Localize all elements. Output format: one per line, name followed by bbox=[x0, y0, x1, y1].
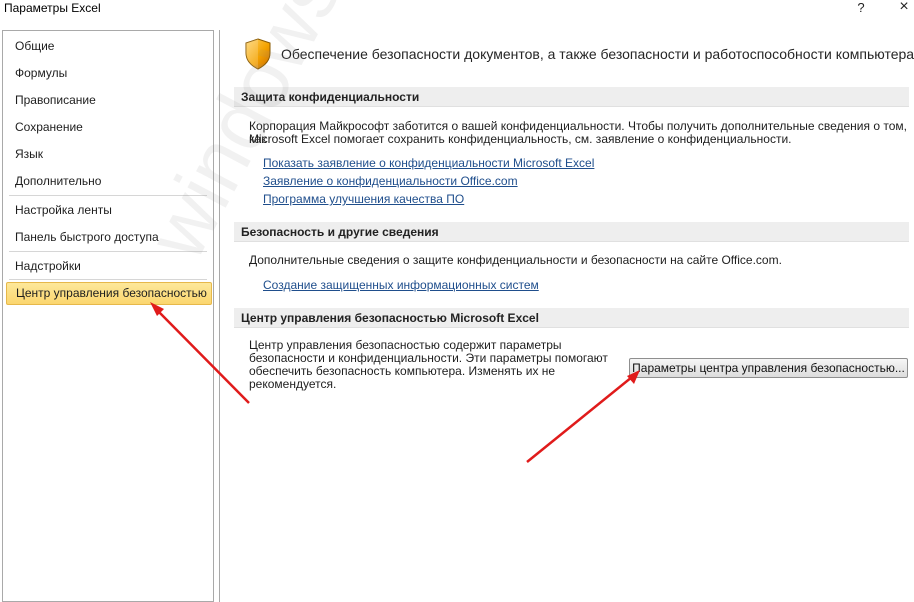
section-header-security: Безопасность и другие сведения bbox=[234, 222, 909, 242]
sidebar-separator bbox=[9, 195, 207, 196]
page-header-text: Обеспечение безопасности документов, а т… bbox=[281, 46, 914, 62]
link-customer-experience-program[interactable]: Программа улучшения качества ПО bbox=[263, 192, 464, 206]
shield-icon bbox=[245, 38, 271, 70]
sidebar-item-addins[interactable]: Надстройки bbox=[3, 254, 211, 278]
sidebar-item-advanced[interactable]: Дополнительно bbox=[3, 169, 211, 193]
help-button[interactable]: ? bbox=[854, 0, 868, 16]
security-text: Дополнительные сведения о защите конфиде… bbox=[249, 253, 782, 267]
main-panel: Обеспечение безопасности документов, а т… bbox=[219, 30, 914, 602]
sidebar-item-trust-center[interactable]: Центр управления безопасностью bbox=[6, 282, 212, 305]
sidebar-item-formulas[interactable]: Формулы bbox=[3, 61, 211, 85]
trust-center-text-line4: рекомендуется. bbox=[249, 377, 337, 391]
sidebar-separator bbox=[9, 251, 207, 252]
trust-center-settings-button[interactable]: Параметры центра управления безопасность… bbox=[629, 358, 908, 378]
close-button[interactable]: × bbox=[894, 0, 914, 18]
sidebar-separator bbox=[9, 279, 207, 280]
privacy-text-line2: Microsoft Excel помогает сохранить конфи… bbox=[249, 132, 792, 146]
title-bar: Параметры Excel ? × bbox=[0, 0, 914, 28]
window-title: Параметры Excel bbox=[4, 1, 101, 15]
section-header-trust-center: Центр управления безопасностью Microsoft… bbox=[234, 308, 909, 328]
sidebar: Общие Формулы Правописание Сохранение Яз… bbox=[2, 30, 214, 602]
sidebar-item-proofing[interactable]: Правописание bbox=[3, 88, 211, 112]
sidebar-item-language[interactable]: Язык bbox=[3, 142, 211, 166]
link-excel-privacy-statement[interactable]: Показать заявление о конфиденциальности … bbox=[263, 156, 594, 170]
sidebar-item-quick-access-toolbar[interactable]: Панель быстрого доступа bbox=[3, 225, 211, 249]
link-office-privacy-statement[interactable]: Заявление о конфиденциальности Office.co… bbox=[263, 174, 518, 188]
sidebar-item-save[interactable]: Сохранение bbox=[3, 115, 211, 139]
sidebar-item-general[interactable]: Общие bbox=[3, 34, 211, 58]
section-header-privacy: Защита конфиденциальности bbox=[234, 87, 909, 107]
sidebar-item-customize-ribbon[interactable]: Настройка ленты bbox=[3, 198, 211, 222]
link-trustworthy-computing[interactable]: Создание защищенных информационных систе… bbox=[263, 278, 539, 292]
